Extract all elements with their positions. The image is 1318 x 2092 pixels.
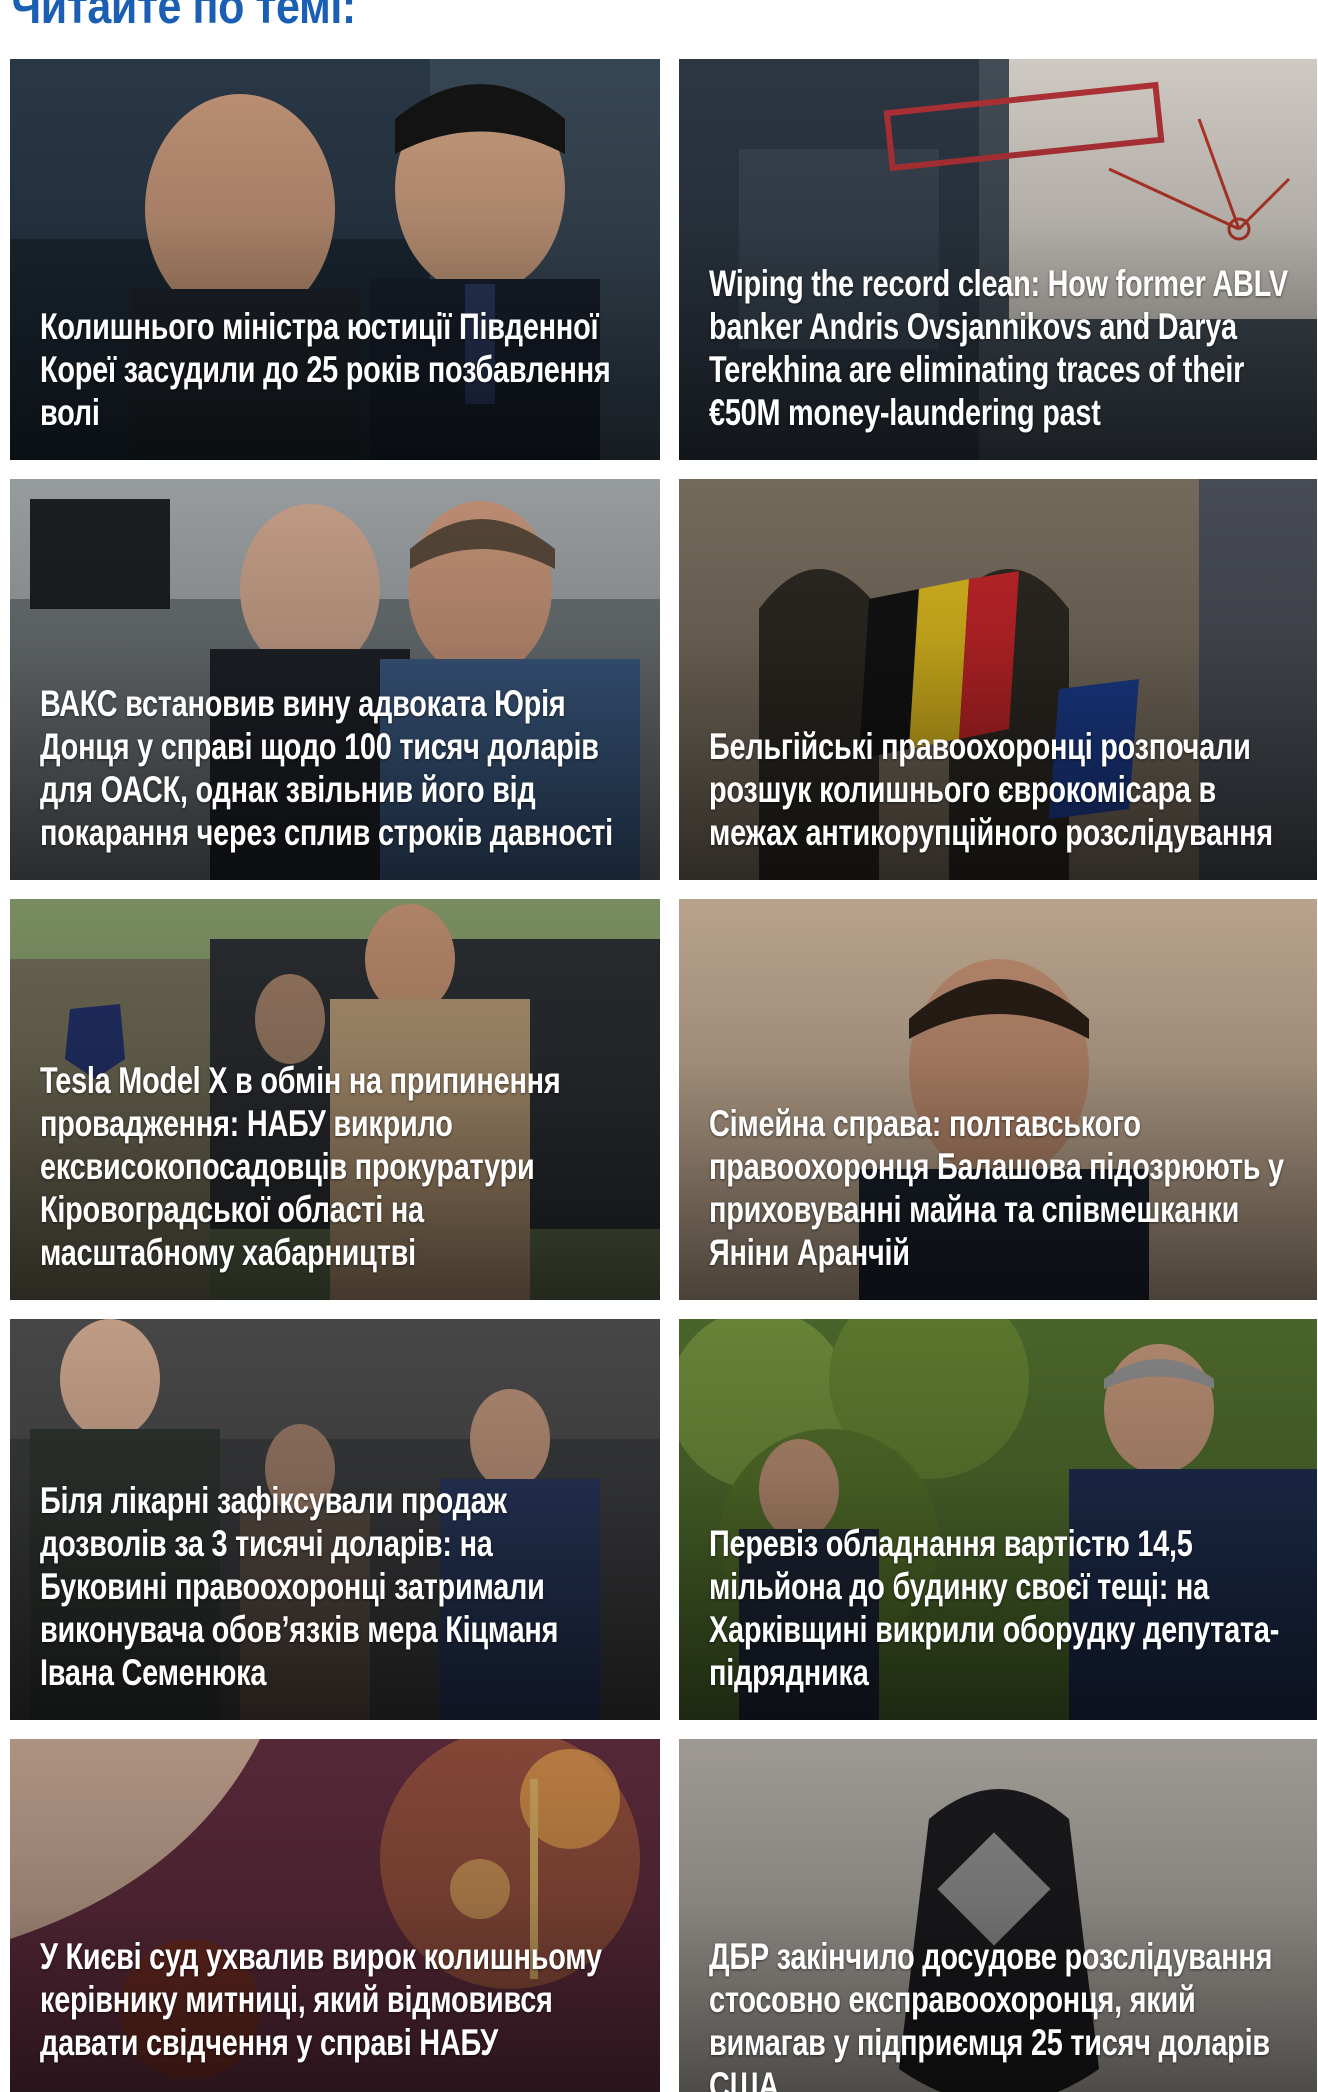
article-headline: Перевіз обладнання вартістю 14,5 мільйон… bbox=[709, 1523, 1280, 1693]
article-headline: Біля лікарні зафіксували продаж дозволів… bbox=[40, 1480, 559, 1693]
article-card[interactable]: Сімейна справа: полтавського правоохорон… bbox=[679, 899, 1317, 1300]
article-headline: ДБР закінчило досудове розслідування сто… bbox=[709, 1936, 1273, 2092]
article-headline: Сімейна справа: полтавського правоохорон… bbox=[709, 1103, 1284, 1273]
article-card[interactable]: Бельгійські правоохоронці розпочали розш… bbox=[679, 479, 1317, 880]
article-grid: Колишнього міністра юстиції Південної Ко… bbox=[0, 0, 1318, 2092]
article-headline: Tesla Model X в обмін на припинення пров… bbox=[40, 1060, 561, 1273]
article-card[interactable]: Tesla Model X в обмін на припинення пров… bbox=[10, 899, 660, 1300]
article-card[interactable]: Wiping the record clean: How former ABLV… bbox=[679, 59, 1317, 460]
article-headline: Бельгійські правоохоронці розпочали розш… bbox=[709, 726, 1273, 853]
article-card[interactable]: ВАКС встановив вину адвоката Юрія Донця … bbox=[10, 479, 660, 880]
article-card[interactable]: У Києві суд ухвалив вирок колишньому кер… bbox=[10, 1739, 660, 2092]
read-more-section: Читайте по темі: Колишнього міністра юст… bbox=[0, 0, 1318, 2092]
article-card[interactable]: Біля лікарні зафіксували продаж дозволів… bbox=[10, 1319, 660, 1720]
article-headline: У Києві суд ухвалив вирок колишньому кер… bbox=[40, 1936, 602, 2063]
article-card[interactable]: Перевіз обладнання вартістю 14,5 мільйон… bbox=[679, 1319, 1317, 1720]
article-headline: Колишнього міністра юстиції Південної Ко… bbox=[40, 306, 611, 433]
article-card[interactable]: ДБР закінчило досудове розслідування сто… bbox=[679, 1739, 1317, 2092]
article-headline: Wiping the record clean: How former ABLV… bbox=[709, 263, 1288, 433]
article-headline: ВАКС встановив вину адвоката Юрія Донця … bbox=[40, 683, 613, 853]
article-card[interactable]: Колишнього міністра юстиції Південної Ко… bbox=[10, 59, 660, 460]
